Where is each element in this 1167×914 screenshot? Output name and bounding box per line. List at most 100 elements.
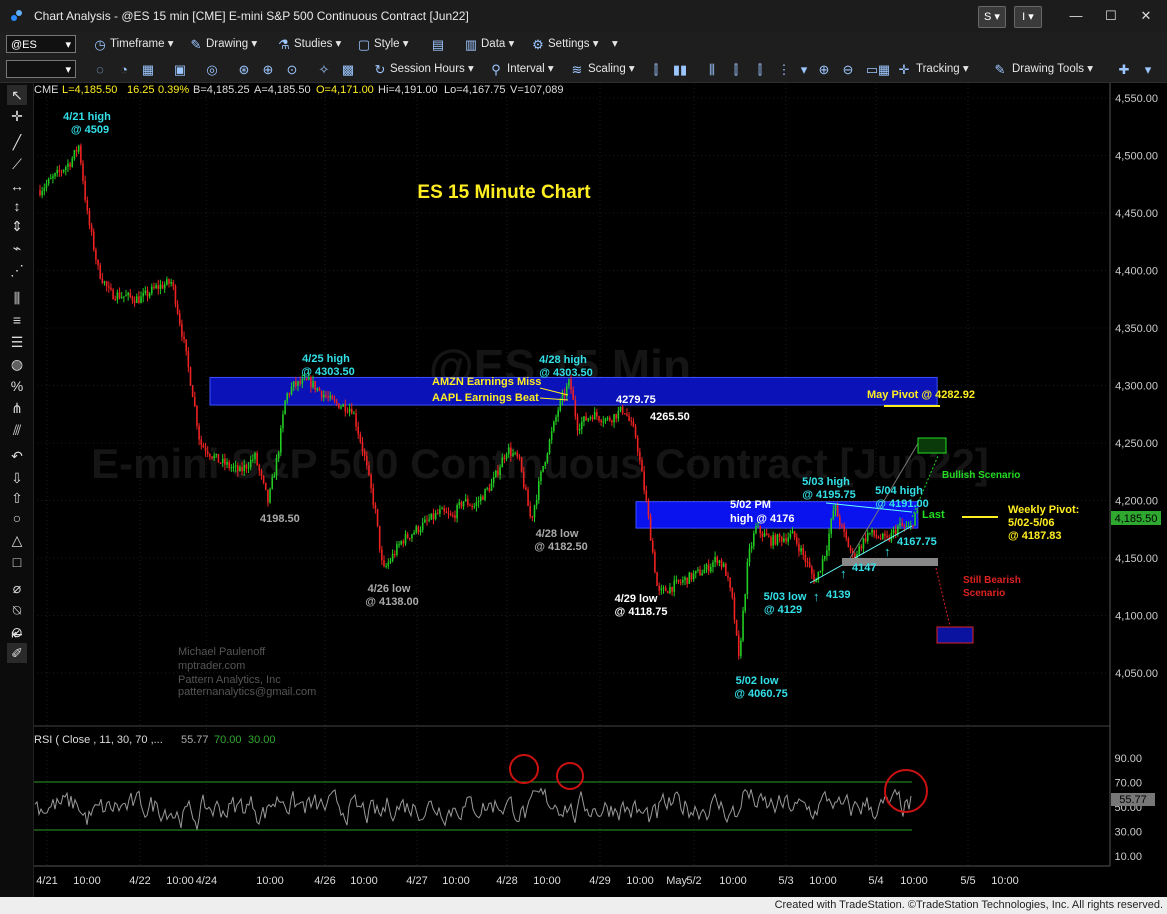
collapse-toolbar-icon[interactable]: ⇤ [7,624,27,644]
secondary-symbol-input[interactable]: ▾ [6,60,76,78]
candle-body [899,522,901,526]
candle-body [140,296,142,304]
chart-window-icon[interactable]: ▣ [172,62,188,78]
candle-body [393,553,396,555]
candle-body [774,535,777,545]
ohlc-icon[interactable]: ⫿ [728,62,744,78]
grid-icon[interactable]: ▩ [340,62,356,78]
drawing-toolbar: ↖ ✛ ╱ ⟋ ↔ ↕ ⇕ ⌁ ⋰ ⫼ ≡ ☰ ◍ % ⋔ ⫻ ↶ ⇩ ⇧ ○ … [0,83,34,914]
candle-body [753,533,755,546]
candle-body [254,452,256,460]
interval-menu[interactable]: Interval ▾ [507,61,554,75]
fib-tool-icon[interactable]: ≡ [7,310,27,330]
candle-body [449,513,452,516]
up-arrow-icon[interactable]: ⇧ [7,488,27,508]
rectangle-tool-icon[interactable]: □ [7,552,27,572]
tools-icon[interactable]: ✧ [316,62,332,78]
candle-body [699,569,701,576]
session-hours-icon: ↻ [374,62,386,77]
speedline-icon[interactable]: ⌁ [7,238,27,258]
style-menu[interactable]: Style ▾ [374,36,409,50]
candle-body [228,462,230,468]
percent-tool-icon[interactable]: % [7,376,27,396]
candle-chart-icon[interactable]: ▮▮ [672,62,688,78]
i-link-button[interactable]: I ▾ [1014,6,1042,28]
search-icon[interactable]: ⊙ [284,62,300,78]
edit-drawing-icon[interactable]: ✐ [7,643,27,663]
candle-body [249,459,252,468]
remove-drawings-icon[interactable]: ⌀ [7,578,27,598]
magnet-icon[interactable]: ⍉ [7,600,27,620]
gann-tool-icon[interactable]: ◍ [7,354,27,374]
quote-change-pct: 0.39% [158,84,189,96]
layout-icon[interactable]: ▤ [430,37,446,53]
sync-icon[interactable]: ◎ [204,62,220,78]
pitchfork-icon[interactable]: ⋔ [7,398,27,418]
fan-tool-icon[interactable]: ⋰ [7,260,27,280]
symbol-input[interactable]: @ES ▾ [6,35,76,53]
candle-body [737,635,740,657]
link-icon[interactable]: ⊛ [236,62,252,78]
candle-body [546,453,549,462]
dot-chart-icon[interactable]: ⋮ [776,62,792,78]
arrow-tool-icon[interactable]: ⇕ [7,216,27,236]
timeframe-menu[interactable]: Timeframe ▾ [110,36,174,50]
candle-body [585,416,587,421]
zoom-in-icon[interactable]: ⊕ [816,62,832,78]
down-arrow-icon[interactable]: ⇩ [7,468,27,488]
drawing-tools-menu[interactable]: Drawing Tools ▾ [1012,61,1093,75]
candle-body [613,414,615,423]
scaling-menu[interactable]: Scaling ▾ [588,61,635,75]
clock-icon[interactable]: ◔ [116,62,132,78]
line-chart-icon[interactable]: ⫼ [704,62,720,78]
session-hours-menu[interactable]: Session Hours ▾ [390,61,474,75]
triangle-tool-icon[interactable]: △ [7,530,27,550]
calendar-icon[interactable]: ▦ [140,62,156,78]
regression-icon[interactable]: ⫻ [7,420,27,440]
tracking-menu[interactable]: Tracking ▾ [916,61,969,75]
studies-menu[interactable]: Studies ▾ [294,36,341,50]
link2-icon[interactable]: ⊕ [260,62,276,78]
time-tick-label: 4/21 [36,875,57,887]
maximize-icon[interactable]: ☐ [1102,7,1120,25]
chart-canvas[interactable]: @ES 15 Min E-mini S&P 500 Continuous Con… [0,0,1167,914]
svg-text:Pattern Analytics, Inc: Pattern Analytics, Inc [178,674,281,686]
candle-body [731,587,734,598]
horizontal-line-icon[interactable]: ↔ [7,176,27,196]
curve-tool-icon[interactable]: ↶ [7,446,27,466]
hlc-icon[interactable]: ⫿ [752,62,768,78]
candle-body [581,421,583,430]
candle-body [404,534,407,544]
bar-chart-icon[interactable]: ⫿ [648,62,664,78]
quote-change: 16.25 [127,84,155,96]
trendline-tool-icon[interactable]: ╱ [7,132,27,152]
zoom-out-icon[interactable]: ⊖ [840,62,856,78]
ray-tool-icon[interactable]: ⟋ [7,154,27,174]
fib-retrace-icon[interactable]: ☰ [7,332,27,352]
crosshair-tool-icon[interactable]: ✛ [7,106,27,126]
data-menu[interactable]: Data ▾ [481,36,514,50]
settings-menu[interactable]: Settings ▾ [548,36,599,50]
pointer-icon[interactable]: ↖ [7,85,27,105]
toolbar-overflow[interactable]: ▾ [612,36,618,50]
more-icon[interactable]: ▾ [1140,62,1156,78]
chart-type-dropdown-icon[interactable]: ▾ [796,62,812,78]
vertical-line-icon[interactable]: ↕ [7,196,27,216]
minimize-icon[interactable]: — [1067,7,1085,25]
quote-bid: B=4,185.25 [193,84,250,96]
candle-body [417,526,420,533]
candle-body [316,388,319,390]
annotation-4167: 4167.75 [897,536,937,548]
channel-tool-icon[interactable]: ⫼ [7,288,27,308]
refresh-icon[interactable]: ◌ [92,62,108,78]
close-icon[interactable]: ✕ [1137,7,1155,25]
candle-body [204,447,207,452]
candle-body [576,416,579,431]
drawing-menu[interactable]: Drawing ▾ [206,36,257,50]
pin-icon[interactable]: ✚ [1116,62,1132,78]
candle-body [821,559,824,571]
s-link-button[interactable]: S ▾ [978,6,1006,28]
candle-body [873,529,875,536]
ellipse-tool-icon[interactable]: ○ [7,508,27,528]
candle-body [378,525,381,550]
